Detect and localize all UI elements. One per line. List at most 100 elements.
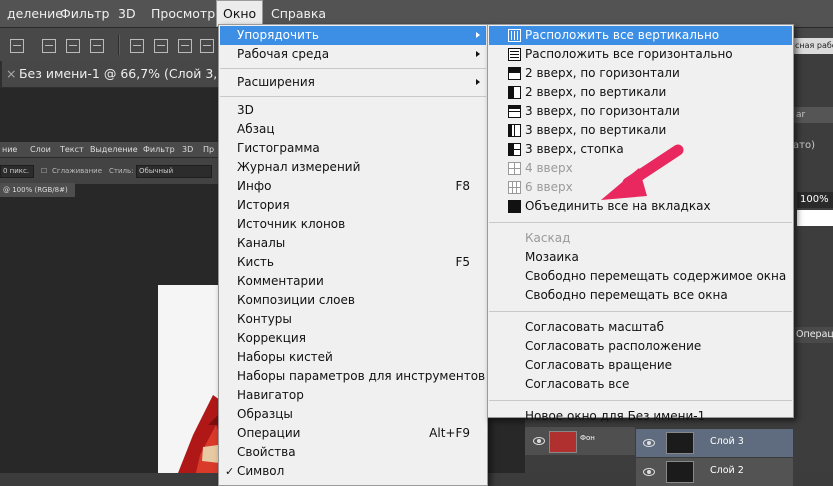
- inner-menu-item: Текст: [60, 145, 84, 154]
- window-menu-item[interactable]: Каналы: [220, 234, 486, 253]
- inner-document-tab: @ 100% (RGB/8#): [0, 183, 75, 197]
- inner-style-select: Обычный: [136, 165, 212, 178]
- close-icon[interactable]: ×: [6, 61, 16, 87]
- menu-item-label: Расширения: [237, 75, 315, 89]
- checkbox-icon: ☐: [41, 167, 48, 175]
- align-icon[interactable]: [66, 39, 80, 53]
- window-menu-item[interactable]: Операции Alt+F9: [220, 424, 486, 443]
- window-menu-item[interactable]: Журнал измерений: [220, 158, 486, 177]
- menu-item-label: Журнал измерений: [237, 160, 361, 174]
- arrange-menu-item[interactable]: Новое окно для Без имени-1: [489, 407, 792, 426]
- window-menu-item[interactable]: Композиции слоев: [220, 291, 486, 310]
- window-menu-item[interactable]: Кисть F5: [220, 253, 486, 272]
- distribute-icon[interactable]: [178, 39, 192, 53]
- layer-thumbnail: [549, 431, 577, 453]
- arrange-menu-item[interactable]: Свободно перемещать все окна: [489, 286, 792, 305]
- window-menu-item[interactable]: История: [220, 196, 486, 215]
- eye-icon[interactable]: [643, 468, 655, 476]
- workspace-switcher[interactable]: сная рабо: [793, 38, 833, 54]
- arrange-menu-item[interactable]: 2 вверх, по горизонтали: [489, 64, 792, 83]
- distribute-icon[interactable]: [200, 39, 214, 53]
- window-menu-item[interactable]: Рабочая среда: [220, 45, 486, 64]
- four-up-icon: [508, 162, 521, 175]
- toolbar-divider: [118, 35, 120, 55]
- tile-vertical-icon: [508, 29, 521, 42]
- menu-item-label: Гистограмма: [237, 141, 320, 155]
- arrange-menu-item[interactable]: Расположить все вертикально: [489, 26, 792, 45]
- layer-thumbnail: [666, 461, 694, 483]
- window-menu-item[interactable]: Навигатор: [220, 386, 486, 405]
- panel-dropdown[interactable]: ar: [793, 107, 833, 123]
- submenu-arrow-icon: [476, 51, 480, 57]
- align-icon[interactable]: [10, 39, 24, 53]
- menu-item-label: Образцы: [237, 407, 293, 421]
- inner-layer-name: Фон: [580, 434, 595, 442]
- window-menu-item[interactable]: Комментарии: [220, 272, 486, 291]
- menu-item-label: История: [237, 198, 290, 212]
- window-menu-item[interactable]: Абзац: [220, 120, 486, 139]
- tile-horizontal-icon: [508, 48, 521, 61]
- consolidate-tabs-icon: [508, 200, 521, 213]
- two-up-horizontal-icon: [508, 67, 521, 80]
- window-menu-item[interactable]: Источник клонов: [220, 215, 486, 234]
- arrange-menu-item[interactable]: Согласовать все: [489, 375, 792, 394]
- window-menu-item[interactable]: Коррекция: [220, 329, 486, 348]
- layer-row[interactable]: Слой 3: [636, 428, 793, 457]
- arrange-submenu: Расположить все вертикально Расположить в…: [487, 24, 794, 423]
- inner-menu-item: 3D: [182, 145, 194, 154]
- arrange-menu-item[interactable]: 3 вверх, по горизонтали: [489, 102, 792, 121]
- menu-item-label: Контуры: [237, 312, 292, 326]
- distribute-icon[interactable]: [154, 39, 168, 53]
- menu-window[interactable]: Окно: [216, 0, 264, 27]
- window-menu-item[interactable]: Свойства: [220, 443, 486, 462]
- three-up-vertical-icon: [508, 124, 521, 137]
- check-icon: ✓: [225, 465, 235, 478]
- menu-filter[interactable]: Фильтр: [53, 0, 116, 27]
- window-menu-item[interactable]: Инфо F8: [220, 177, 486, 196]
- menu-item-shortcut: F8: [455, 179, 470, 193]
- arrange-menu-item[interactable]: Согласовать масштаб: [489, 318, 792, 337]
- menu-3d[interactable]: 3D: [111, 0, 143, 27]
- window-menu-item[interactable]: Образцы: [220, 405, 486, 424]
- zoom-field[interactable]: 100%: [797, 192, 833, 208]
- menu-item-label: Свободно перемещать содержимое окна: [525, 269, 787, 283]
- three-up-horizontal-icon: [508, 105, 521, 118]
- arrange-menu-item[interactable]: Свободно перемещать содержимое окна: [489, 267, 792, 286]
- window-menu-item[interactable]: Упорядочить: [220, 26, 486, 45]
- menu-item-label: Свойства: [237, 445, 296, 459]
- window-menu: Упорядочить Рабочая среда Расширения 3D Абза…: [218, 24, 488, 486]
- inner-menu-item: ние: [2, 145, 18, 154]
- menu-item-label: Свободно перемещать все окна: [525, 288, 728, 302]
- menu-help[interactable]: Справка: [264, 0, 333, 27]
- actions-panel-tab[interactable]: Операц: [793, 327, 833, 343]
- inner-options-bar: 0 пикс. ☐ Сглаживание Стиль: Обычный: [0, 157, 220, 184]
- menu-view[interactable]: Просмотр: [144, 0, 222, 27]
- arrange-menu-item[interactable]: 3 вверх, по вертикали: [489, 121, 792, 140]
- window-menu-item[interactable]: Гистограмма: [220, 139, 486, 158]
- menu-item-label: 2 вверх, по вертикали: [525, 85, 667, 99]
- distribute-icon[interactable]: [130, 39, 144, 53]
- menu-item-label: 2 вверх, по горизонтали: [525, 66, 680, 80]
- zoom-slider-field[interactable]: [797, 210, 833, 226]
- menu-item-label: Новое окно для Без имени-1: [525, 409, 706, 423]
- window-menu-item[interactable]: Расширения: [220, 73, 486, 92]
- menu-item-label: 3 вверх, по горизонтали: [525, 104, 680, 118]
- inner-layer-row: Фон: [525, 426, 635, 455]
- eye-icon[interactable]: [643, 439, 655, 447]
- arrange-menu-item[interactable]: Согласовать вращение: [489, 356, 792, 375]
- menu-item-shortcut: F5: [455, 255, 470, 269]
- window-menu-item[interactable]: Наборы параметров для инструментов: [220, 367, 486, 386]
- window-menu-item[interactable]: Наборы кистей: [220, 348, 486, 367]
- layer-row[interactable]: Слой 2: [636, 457, 793, 486]
- arrange-menu-item[interactable]: Расположить все горизонтально: [489, 45, 792, 64]
- align-icon[interactable]: [90, 39, 104, 53]
- align-icon[interactable]: [42, 39, 56, 53]
- arrange-menu-item[interactable]: 2 вверх, по вертикали: [489, 83, 792, 102]
- submenu-arrow-icon: [476, 79, 480, 85]
- window-menu-item[interactable]: ✓ Символ: [220, 462, 486, 481]
- window-menu-item[interactable]: 3D: [220, 101, 486, 120]
- layer-thumbnail: [666, 432, 694, 454]
- window-menu-item[interactable]: Контуры: [220, 310, 486, 329]
- arrange-menu-item[interactable]: Мозаика: [489, 248, 792, 267]
- arrange-menu-item[interactable]: Согласовать расположение: [489, 337, 792, 356]
